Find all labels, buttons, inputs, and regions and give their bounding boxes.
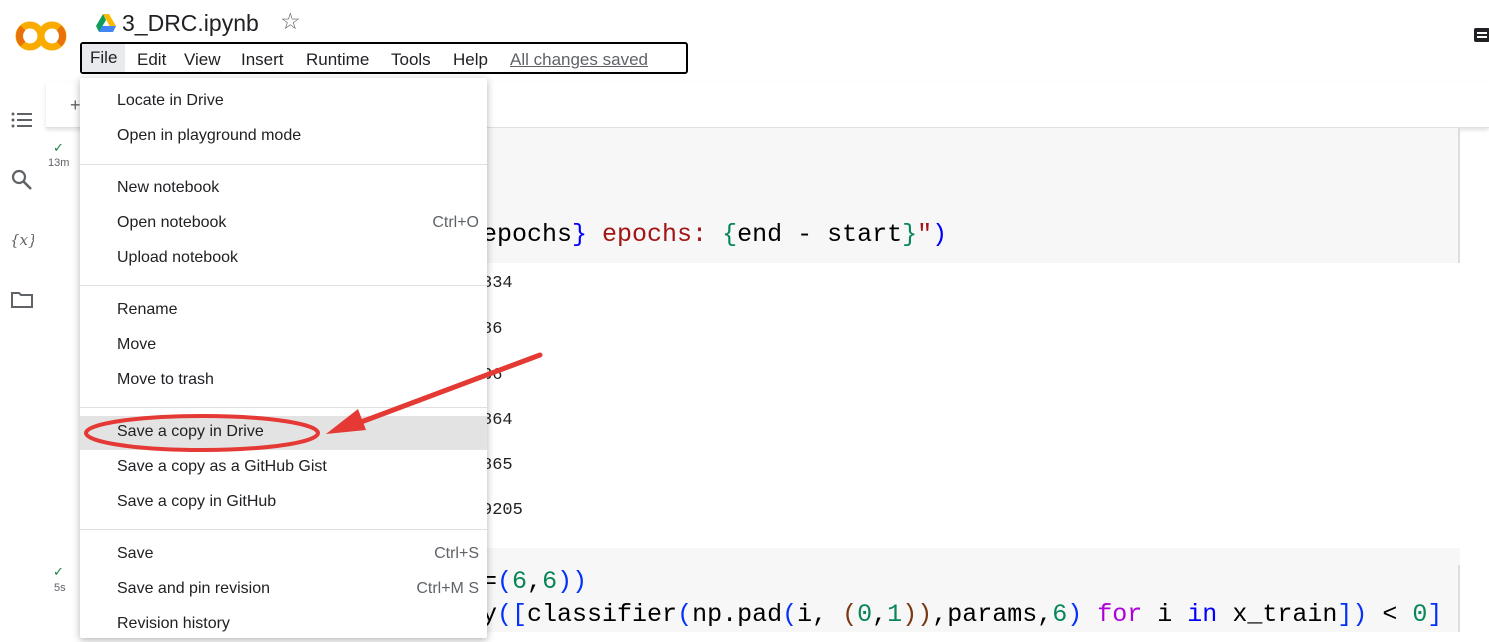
menu-help[interactable]: Help — [453, 50, 488, 70]
menu-item-save-copy-gist[interactable]: Save a copy as a GitHub Gist — [80, 451, 487, 485]
svg-text:{x}: {x} — [10, 231, 34, 249]
menu-item-save[interactable]: Save Ctrl+S — [80, 538, 487, 572]
table-of-contents-icon[interactable] — [10, 108, 34, 132]
menu-file[interactable]: File — [82, 44, 126, 72]
star-icon[interactable]: ☆ — [280, 8, 301, 35]
menu-insert[interactable]: Insert — [241, 50, 284, 70]
menu-item-new-notebook[interactable]: New notebook — [80, 172, 487, 206]
menu-item-upload-notebook[interactable]: Upload notebook — [80, 242, 487, 276]
files-icon[interactable] — [10, 288, 34, 312]
colab-logo[interactable] — [14, 18, 70, 54]
menu-item-save-pin-revision[interactable]: Save and pin revision Ctrl+M S — [80, 573, 487, 607]
output-line: 9205 — [482, 501, 523, 520]
menu-item-save-copy-drive[interactable]: Save a copy in Drive — [80, 416, 487, 450]
menu-item-revision-history[interactable]: Revision history — [80, 608, 487, 642]
save-status[interactable]: All changes saved — [510, 50, 648, 70]
menu-item-open-notebook[interactable]: Open notebook Ctrl+O — [80, 207, 487, 241]
cell-scrollbar[interactable] — [1458, 128, 1460, 263]
search-icon[interactable] — [10, 168, 34, 192]
cell-scrollbar[interactable] — [1458, 565, 1460, 632]
notebook-title[interactable]: 3_DRC.ipynb — [122, 10, 259, 37]
variables-icon[interactable]: {x} — [10, 228, 34, 252]
cell-execution-time: 13m — [48, 157, 70, 169]
file-menu-dropdown: Locate in Drive Open in playground mode … — [80, 78, 487, 638]
menu-divider — [80, 529, 487, 530]
run-success-icon: ✓ — [53, 564, 64, 579]
menu-item-move-to-trash[interactable]: Move to trash — [80, 364, 487, 398]
menu-tools[interactable]: Tools — [391, 50, 431, 70]
code-line: y([classifier(np.pad(i, (0,1)),params,6)… — [482, 600, 1443, 629]
header: 3_DRC.ipynb ☆ File Edit View Insert Runt… — [0, 0, 1489, 83]
menu-divider — [80, 407, 487, 408]
code-line: epochs} epochs: {end - start}") — [482, 220, 948, 249]
left-sidebar: {x} — [0, 82, 47, 632]
code-line: =(6,6)) — [482, 567, 588, 596]
menu-item-save-copy-github[interactable]: Save a copy in GitHub — [80, 486, 487, 520]
menu-runtime[interactable]: Runtime — [306, 50, 369, 70]
menu-divider — [80, 164, 487, 165]
add-cell-icon[interactable]: + — [70, 95, 81, 116]
menu-divider — [80, 285, 487, 286]
menu-view[interactable]: View — [184, 50, 221, 70]
cell-execution-time: 5s — [54, 582, 66, 594]
menu-item-rename[interactable]: Rename — [80, 294, 487, 328]
google-drive-icon — [96, 14, 116, 32]
menu-edit[interactable]: Edit — [137, 50, 166, 70]
menu-item-open-playground[interactable]: Open in playground mode — [80, 120, 487, 154]
menu-bar: File Edit View Insert Runtime Tools Help… — [80, 42, 688, 74]
run-success-icon: ✓ — [53, 140, 64, 155]
menu-item-locate-in-drive[interactable]: Locate in Drive — [80, 85, 487, 119]
menu-item-move[interactable]: Move — [80, 329, 487, 363]
comment-icon[interactable] — [1474, 28, 1489, 42]
